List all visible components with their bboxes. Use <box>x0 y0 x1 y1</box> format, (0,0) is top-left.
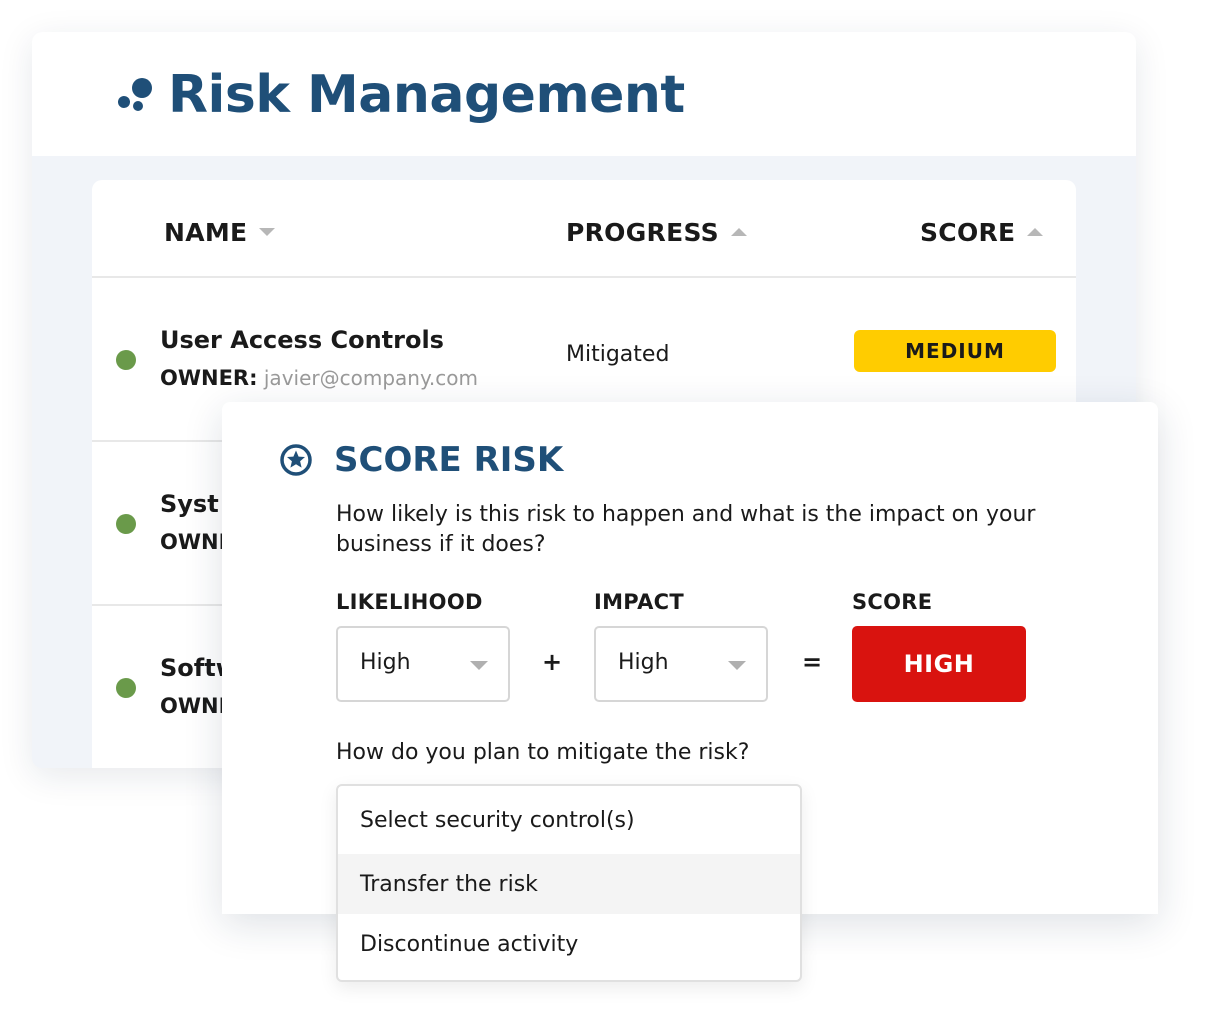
mitigation-dropdown[interactable]: Select security control(s) Transfer the … <box>336 784 802 982</box>
status-dot <box>116 514 136 534</box>
chevron-down-icon[interactable] <box>728 661 746 670</box>
progress-status: Mitigated <box>566 342 670 367</box>
impact-value: High <box>618 650 669 675</box>
column-header-name[interactable]: NAME <box>164 216 276 248</box>
sort-up-icon[interactable] <box>1027 228 1044 236</box>
column-header-progress[interactable]: PROGRESS <box>566 216 747 248</box>
risk-name[interactable]: Syst <box>160 490 219 518</box>
sort-down-icon[interactable] <box>259 228 276 236</box>
column-header-progress-label: PROGRESS <box>566 217 719 247</box>
score-question: How likely is this risk to happen and wh… <box>336 502 1036 557</box>
dots-logo-icon <box>118 78 152 111</box>
chevron-down-icon[interactable] <box>470 661 488 670</box>
sort-up-icon[interactable] <box>730 228 747 236</box>
status-dot <box>116 350 136 370</box>
dropdown-option-discontinue-activity[interactable]: Discontinue activity <box>338 914 800 974</box>
impact-select[interactable]: High <box>594 626 768 702</box>
plus-operator: + <box>542 648 563 676</box>
modal-title: SCORE RISK <box>334 440 564 480</box>
impact-label: IMPACT <box>594 590 684 614</box>
dropdown-option-transfer-risk[interactable]: Transfer the risk <box>338 854 800 914</box>
star-circle-icon <box>280 444 312 476</box>
status-dot <box>116 678 136 698</box>
owner-email: javier@company.com <box>263 366 479 390</box>
likelihood-select[interactable]: High <box>336 626 510 702</box>
likelihood-value: High <box>360 650 411 675</box>
column-header-score[interactable]: SCORE <box>920 216 1044 248</box>
column-header-score-label: SCORE <box>920 217 1016 247</box>
owner-label: OWNER: <box>160 366 258 390</box>
score-result-badge: HIGH <box>852 626 1026 702</box>
risk-name[interactable]: User Access Controls <box>160 326 444 354</box>
column-header-name-label: NAME <box>164 217 248 247</box>
score-badge: MEDIUM <box>854 330 1056 372</box>
dropdown-option-select-controls[interactable]: Select security control(s) <box>338 790 800 850</box>
panel-header: Risk Management <box>32 32 1136 156</box>
page-title: Risk Management <box>168 65 685 125</box>
equals-operator: = <box>802 648 823 676</box>
likelihood-label: LIKELIHOOD <box>336 590 483 614</box>
risk-owner: OWNER: javier@company.com <box>160 366 478 390</box>
mitigate-question: How do you plan to mitigate the risk? <box>336 740 750 765</box>
score-label: SCORE <box>852 590 933 614</box>
